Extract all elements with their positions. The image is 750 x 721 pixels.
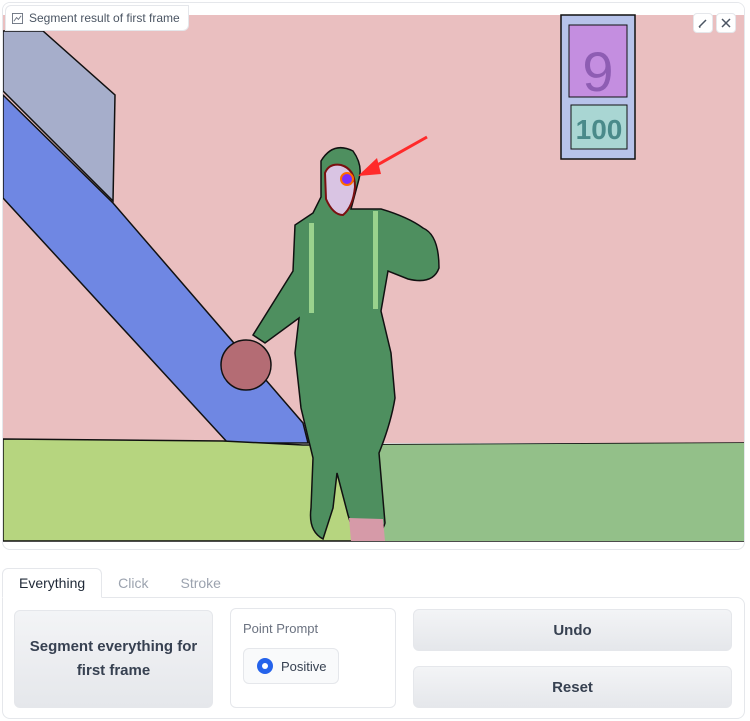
- image-icon: [12, 12, 23, 24]
- image-label: Segment result of first frame: [5, 5, 189, 31]
- svg-text:9: 9: [582, 40, 613, 103]
- point-prompt-title: Point Prompt: [243, 621, 319, 636]
- close-button[interactable]: [716, 13, 736, 33]
- positive-radio-label: Positive: [281, 658, 327, 674]
- mode-tabs: Everything Click Stroke: [2, 568, 237, 598]
- undo-button[interactable]: Undo: [413, 609, 732, 651]
- tab-stroke[interactable]: Stroke: [165, 568, 237, 598]
- segment-everything-button[interactable]: Segment everything for first frame: [14, 610, 213, 708]
- point-prompt-group: Point Prompt Positive: [230, 608, 396, 708]
- pencil-icon: [698, 19, 707, 28]
- radio-selected-icon: [257, 658, 273, 674]
- tab-click[interactable]: Click: [102, 568, 164, 598]
- segmentation-image[interactable]: 9 100: [3, 3, 745, 550]
- segment-result-panel: 9 100 Segment result of first frame: [2, 2, 745, 550]
- image-label-text: Segment result of first frame: [29, 11, 180, 25]
- scoreboard-number: 100: [576, 114, 623, 145]
- positive-radio[interactable]: Positive: [243, 648, 339, 684]
- edit-button[interactable]: [693, 13, 713, 33]
- close-icon: [721, 18, 731, 28]
- reset-button[interactable]: Reset: [413, 666, 732, 708]
- tab-everything[interactable]: Everything: [2, 568, 103, 598]
